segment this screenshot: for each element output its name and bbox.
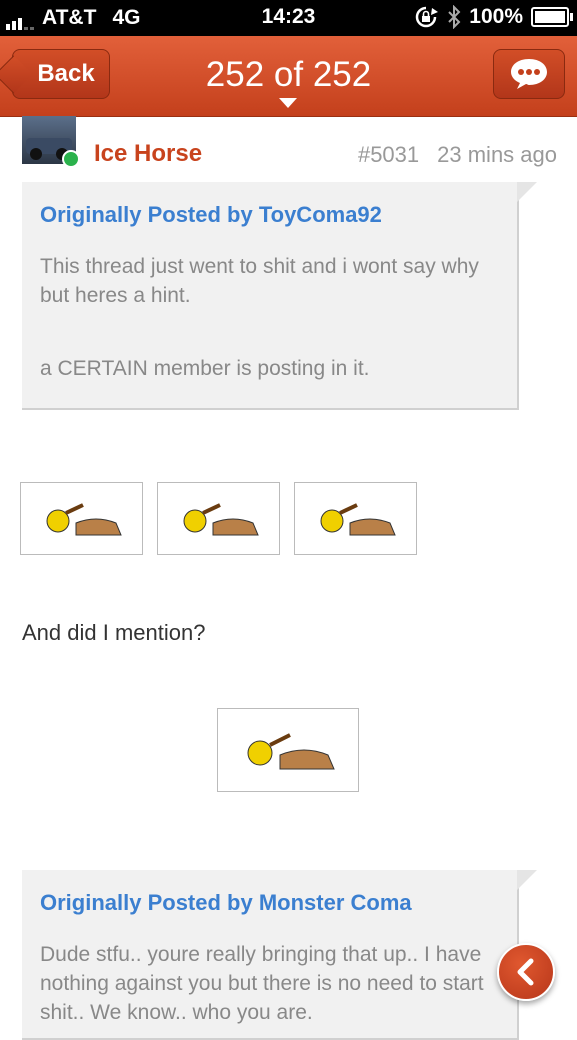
- chevron-left-icon: [517, 958, 534, 986]
- status-bar: AT&T 4G 14:23 100%: [0, 0, 577, 36]
- smiley-image: [157, 482, 280, 555]
- speech-bubble-icon: [511, 59, 547, 89]
- post-author[interactable]: Ice Horse: [94, 140, 202, 168]
- battery-icon: [531, 7, 573, 27]
- floating-back-button[interactable]: [497, 943, 555, 1001]
- smiley-image: [20, 482, 143, 555]
- quote-title[interactable]: Originally Posted by Monster Coma: [40, 890, 499, 916]
- post-meta: #5031 23 mins ago: [358, 142, 557, 168]
- online-status-icon: [62, 150, 80, 168]
- smiley-image: [217, 708, 359, 792]
- quote-text: This thread just went to shit and i wont…: [40, 255, 479, 307]
- quote-block: Originally Posted by Monster Coma Dude s…: [22, 870, 537, 1040]
- quote-corner: [517, 870, 537, 890]
- smiley-image: [294, 482, 417, 555]
- reply-button[interactable]: [493, 49, 565, 99]
- quote-text: Dude stfu.. youre really bringing that u…: [40, 943, 484, 1024]
- status-right: 100%: [413, 5, 573, 29]
- quote-block: Originally Posted by ToyComa92 This thre…: [22, 182, 537, 410]
- post-number[interactable]: #5031: [358, 142, 419, 167]
- bluetooth-icon: [448, 5, 461, 29]
- quote-corner: [517, 182, 537, 202]
- quote-text: a CERTAIN member is posting in it.: [40, 357, 370, 380]
- post-body-text: And did I mention?: [22, 620, 206, 645]
- dropdown-caret-icon[interactable]: [279, 98, 297, 108]
- battery-percent: 100%: [469, 5, 523, 28]
- nav-bar: Back 252 of 252: [0, 36, 577, 117]
- rotation-lock-icon: [416, 6, 439, 28]
- quote-title[interactable]: Originally Posted by ToyComa92: [40, 202, 499, 228]
- post-time: 23 mins ago: [437, 142, 557, 167]
- page-title[interactable]: 252 of 252: [0, 55, 577, 95]
